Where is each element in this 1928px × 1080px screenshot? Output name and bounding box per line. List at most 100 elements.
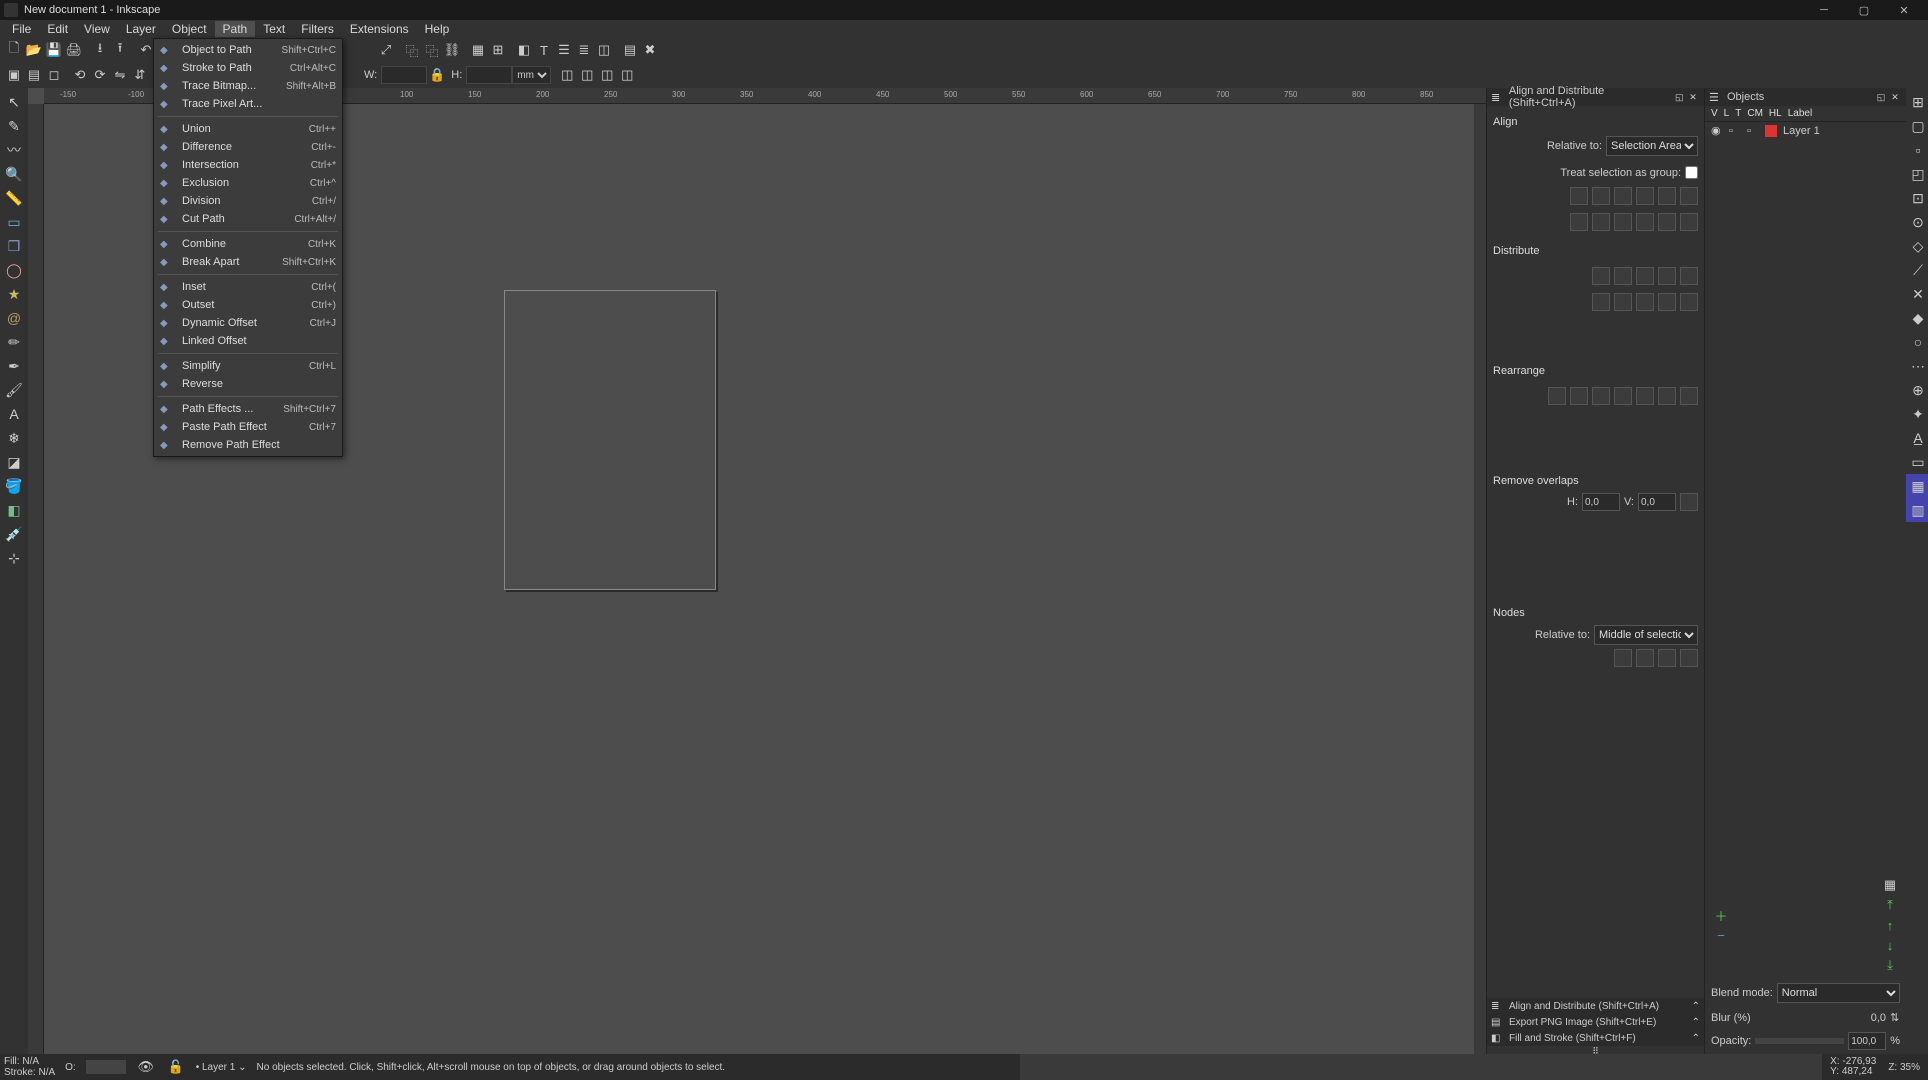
- opacity-input[interactable]: [1848, 1032, 1886, 1050]
- collapse-button[interactable]: ▦: [1880, 875, 1900, 895]
- current-layer-display[interactable]: • Layer 1 ⌄: [196, 1062, 247, 1073]
- snap-rotation-center[interactable]: ✦: [1906, 402, 1928, 426]
- save-icon[interactable]: 💾: [44, 40, 64, 60]
- menu-item-exclusion[interactable]: ◆ExclusionCtrl+^: [154, 174, 342, 192]
- clone-icon[interactable]: ⿻: [422, 40, 442, 60]
- maximize-button[interactable]: ▢: [1844, 0, 1884, 20]
- affect-stroke-icon[interactable]: ◫: [557, 65, 577, 85]
- fill-stroke-icon[interactable]: ◧: [514, 40, 534, 60]
- collapsed-align[interactable]: ≣Align and Distribute (Shift+Ctrl+A)⌃: [1487, 998, 1704, 1014]
- spray-tool[interactable]: ❄: [2, 426, 26, 450]
- export-icon[interactable]: ⭱: [110, 40, 130, 60]
- ellipse-tool[interactable]: ◯: [2, 258, 26, 282]
- overlap-v-input[interactable]: [1638, 493, 1676, 511]
- align-v-1[interactable]: [1592, 213, 1610, 231]
- menu-item-intersection[interactable]: ◆IntersectionCtrl+*: [154, 156, 342, 174]
- rearrange-2[interactable]: [1592, 387, 1610, 405]
- duplicate-icon[interactable]: ⿻: [402, 40, 422, 60]
- measure-tool[interactable]: 📏: [2, 186, 26, 210]
- menu-edit[interactable]: Edit: [39, 21, 76, 37]
- snap-path[interactable]: ⟋: [1906, 258, 1928, 282]
- menu-help[interactable]: Help: [417, 21, 458, 37]
- bezier-tool[interactable]: ✒: [2, 354, 26, 378]
- panel-undock-button[interactable]: ◱: [1672, 90, 1686, 104]
- gradient-tool[interactable]: ◧: [2, 498, 26, 522]
- node-align-3[interactable]: [1680, 649, 1698, 667]
- align-v-5[interactable]: [1680, 213, 1698, 231]
- select-layer-icon[interactable]: ▤: [24, 65, 44, 85]
- align-h-5[interactable]: [1680, 187, 1698, 205]
- move-bottom-button[interactable]: ⤓: [1880, 955, 1900, 975]
- eraser-tool[interactable]: ◪: [2, 450, 26, 474]
- menu-extensions[interactable]: Extensions: [342, 21, 417, 37]
- menu-item-remove-path-effect[interactable]: ◆Remove Path Effect: [154, 436, 342, 454]
- menu-filters[interactable]: Filters: [293, 21, 342, 37]
- snap-smooth[interactable]: ○: [1906, 330, 1928, 354]
- snap-center[interactable]: ⊙: [1906, 210, 1928, 234]
- snap-node[interactable]: ◇: [1906, 234, 1928, 258]
- align-v-4[interactable]: [1658, 213, 1676, 231]
- unlink-icon[interactable]: ⛓: [442, 40, 462, 60]
- move-down-button[interactable]: ↓: [1880, 935, 1900, 955]
- layer-row[interactable]: ◉ ▫ ▫ Layer 1: [1705, 122, 1906, 139]
- align-h-4[interactable]: [1658, 187, 1676, 205]
- align-h-1[interactable]: [1592, 187, 1610, 205]
- align-h-3[interactable]: [1636, 187, 1654, 205]
- zoom-tool[interactable]: 🔍: [2, 162, 26, 186]
- open-icon[interactable]: 📂: [24, 40, 44, 60]
- width-input[interactable]: [381, 66, 427, 84]
- remove-overlaps-button[interactable]: [1680, 493, 1698, 511]
- dist-v-0[interactable]: [1592, 293, 1610, 311]
- layers-icon[interactable]: ☰: [554, 40, 574, 60]
- vertical-ruler[interactable]: [28, 104, 44, 1054]
- layer-lock-icon[interactable]: 🔓: [166, 1057, 186, 1077]
- pencil-tool[interactable]: ✏: [2, 330, 26, 354]
- type-toggle-icon[interactable]: ▫: [1747, 125, 1759, 137]
- menu-item-reverse[interactable]: ◆Reverse: [154, 375, 342, 393]
- rearrange-3[interactable]: [1614, 387, 1632, 405]
- menu-item-dynamic-offset[interactable]: ◆Dynamic OffsetCtrl+J: [154, 314, 342, 332]
- opacity-slider[interactable]: [1755, 1038, 1844, 1044]
- menu-item-trace-pixel-art-[interactable]: ◆Trace Pixel Art...: [154, 95, 342, 113]
- selector-tool[interactable]: ↖: [2, 90, 26, 114]
- close-button[interactable]: ✕: [1884, 0, 1924, 20]
- objects-undock-button[interactable]: ◱: [1874, 90, 1888, 104]
- menu-item-paste-path-effect[interactable]: ◆Paste Path EffectCtrl+7: [154, 418, 342, 436]
- snap-page[interactable]: ▭: [1906, 450, 1928, 474]
- dist-h-4[interactable]: [1680, 267, 1698, 285]
- menu-item-object-to-path[interactable]: ◆Object to PathShift+Ctrl+C: [154, 41, 342, 59]
- print-icon[interactable]: 🖨: [64, 40, 84, 60]
- deselect-icon[interactable]: ◻: [44, 65, 64, 85]
- text-tool[interactable]: A: [2, 402, 26, 426]
- collapsed-export[interactable]: ▤Export PNG Image (Shift+Ctrl+E)⌃: [1487, 1014, 1704, 1030]
- relative-to-select[interactable]: Selection Area: [1606, 136, 1698, 156]
- align-icon[interactable]: ≣: [574, 40, 594, 60]
- menu-item-path-effects-[interactable]: ◆Path Effects ...Shift+Ctrl+7: [154, 400, 342, 418]
- menu-file[interactable]: File: [4, 21, 39, 37]
- menu-view[interactable]: View: [76, 21, 118, 37]
- collapsed-fill[interactable]: ◧Fill and Stroke (Shift+Ctrl+F)⌃: [1487, 1030, 1704, 1046]
- snap-edge[interactable]: ▫: [1906, 138, 1928, 162]
- rotate-cw-icon[interactable]: ⟳: [90, 65, 110, 85]
- text-icon[interactable]: T: [534, 40, 554, 60]
- rotate-ccw-icon[interactable]: ⟲: [70, 65, 90, 85]
- objects-close-button[interactable]: ✕: [1888, 90, 1902, 104]
- spiral-tool[interactable]: @: [2, 306, 26, 330]
- menu-item-cut-path[interactable]: ◆Cut PathCtrl+Alt+/: [154, 210, 342, 228]
- dist-h-3[interactable]: [1658, 267, 1676, 285]
- snap-toggle[interactable]: ⊞: [1906, 90, 1928, 114]
- menu-object[interactable]: Object: [164, 21, 215, 37]
- menu-item-break-apart[interactable]: ◆Break ApartShift+Ctrl+K: [154, 253, 342, 271]
- menu-item-union[interactable]: ◆UnionCtrl++: [154, 120, 342, 138]
- blend-mode-select[interactable]: Normal: [1777, 983, 1900, 1003]
- menu-item-trace-bitmap-[interactable]: ◆Trace Bitmap...Shift+Alt+B: [154, 77, 342, 95]
- dist-h-1[interactable]: [1614, 267, 1632, 285]
- menu-item-combine[interactable]: ◆CombineCtrl+K: [154, 235, 342, 253]
- fill-tool[interactable]: 🪣: [2, 474, 26, 498]
- select-all-icon[interactable]: ▣: [4, 65, 24, 85]
- node-tool[interactable]: ✎: [2, 114, 26, 138]
- dist-h-2[interactable]: [1636, 267, 1654, 285]
- import-icon[interactable]: ⭳: [90, 40, 110, 60]
- star-tool[interactable]: ★: [2, 282, 26, 306]
- snap-object-center[interactable]: ⊕: [1906, 378, 1928, 402]
